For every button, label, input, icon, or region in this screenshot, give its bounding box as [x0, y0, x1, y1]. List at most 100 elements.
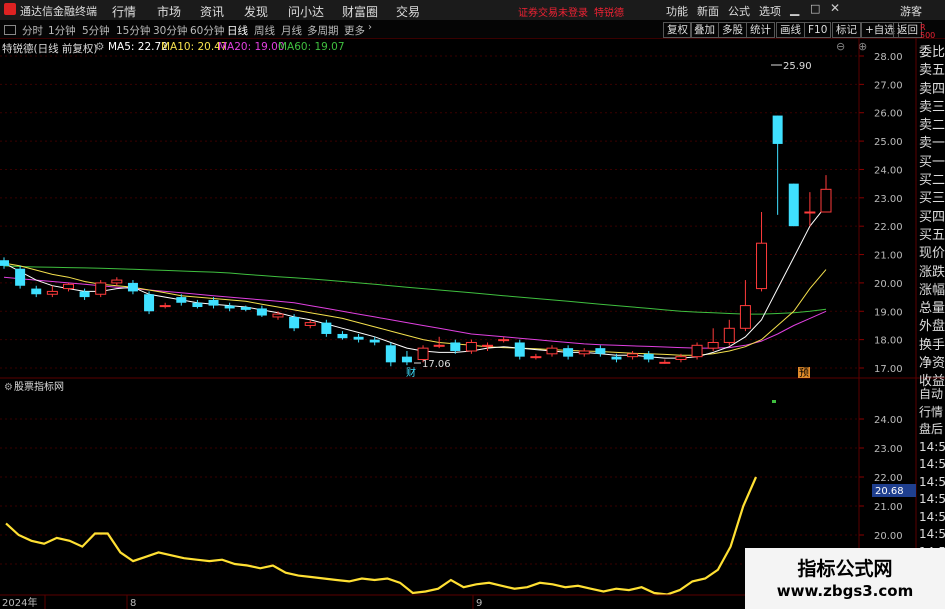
candle-body: [79, 291, 90, 298]
side-top-500: 500: [920, 31, 936, 40]
candle-body: [62, 283, 74, 290]
candle-body: [256, 308, 267, 316]
candle-body: [756, 242, 768, 290]
panel-icon[interactable]: [4, 25, 16, 35]
candle-body: [675, 356, 687, 360]
tool-statistics[interactable]: 统计: [746, 22, 775, 38]
candle-body: [127, 282, 138, 292]
candle-body: [401, 356, 412, 363]
quote-label-3: 卖三: [919, 99, 945, 115]
candle-body: [95, 282, 107, 295]
menu-quotes[interactable]: 行情: [112, 3, 136, 20]
menu-options[interactable]: 选项: [759, 3, 781, 19]
ma5-line: [3, 205, 827, 359]
stock-tag: 特锐德: [594, 8, 624, 19]
candle-body: [788, 183, 799, 227]
tool-overlay[interactable]: 叠加: [690, 22, 719, 38]
trade-label-7: 14:50: [919, 509, 945, 524]
chart-area[interactable]: 28.00 27.00 26.00 25.00 24.00 23.00 22.00 21.00…: [0, 38, 945, 609]
candle-body: [804, 211, 816, 214]
candle-body: [15, 268, 26, 286]
candle-body: [353, 336, 364, 340]
candle-body: [820, 188, 832, 213]
indicator-tick-label: 20.00: [874, 531, 903, 542]
tool-restore-rights[interactable]: 复权: [663, 22, 692, 38]
quote-label-6: 买一: [919, 154, 945, 170]
close-icon[interactable]: ✕: [830, 1, 840, 15]
time-label-aug: 8: [130, 598, 136, 609]
app-logo-icon: [4, 3, 16, 15]
candle-body: [450, 342, 461, 351]
ma60-line: [3, 265, 827, 315]
candle-body: [498, 339, 510, 342]
menu-discover[interactable]: 发现: [244, 3, 268, 20]
trade-label-1: 行情: [919, 404, 944, 419]
tool-draw-line[interactable]: 画线: [776, 22, 805, 38]
candle-body: [643, 353, 654, 360]
menu-news[interactable]: 资讯: [200, 3, 224, 20]
candle-body: [385, 345, 396, 363]
menu-trade[interactable]: 交易: [396, 3, 420, 20]
indicator-tick-label: 22.00: [874, 473, 903, 484]
period-weekly[interactable]: 周线: [254, 23, 275, 38]
menu-formula[interactable]: 公式: [728, 3, 750, 19]
guest-label[interactable]: 游客: [900, 3, 922, 19]
period-more[interactable]: 更多: [344, 23, 365, 38]
title-bar: 通达信金融终端 行情 市场 资讯 发现 问小达 财富圈 交易 证券交易未登录 特…: [0, 0, 945, 21]
trade-label-5: 14:50: [919, 474, 945, 489]
candlestick-series: [0, 115, 832, 367]
candle-body: [369, 339, 380, 343]
tool-mark[interactable]: 标记: [832, 22, 861, 38]
tool-back[interactable]: 返回: [893, 22, 922, 38]
candle-body: [321, 322, 332, 334]
candle-body: [578, 350, 590, 355]
login-warning[interactable]: 证券交易未登录: [518, 4, 588, 19]
candle-body: [176, 297, 187, 303]
menu-function[interactable]: 功能: [666, 3, 688, 19]
tool-multi-stock[interactable]: 多股: [718, 22, 747, 38]
period-30min[interactable]: 30分钟: [153, 23, 187, 38]
quote-label-15: 外盘: [919, 319, 945, 335]
yu-marker[interactable]: 预: [799, 367, 809, 379]
period-60min[interactable]: 60分钟: [190, 23, 224, 38]
candle-body: [546, 347, 558, 355]
candle-body: [192, 302, 203, 308]
menu-market[interactable]: 市场: [157, 3, 181, 20]
maximize-icon[interactable]: □: [810, 2, 820, 15]
trade-label-3: 14:50: [919, 439, 945, 454]
tool-f10[interactable]: F10: [804, 22, 832, 38]
period-intraday[interactable]: 分时: [22, 23, 43, 38]
indicator-gear-icon[interactable]: ⚙: [4, 382, 13, 393]
quote-label-12: 涨跌: [919, 264, 945, 280]
minimize-icon[interactable]: ▁: [790, 2, 799, 16]
period-monthly[interactable]: 月线: [281, 23, 302, 38]
candle-body: [0, 260, 9, 266]
candle-body: [691, 344, 703, 358]
period-15min[interactable]: 15分钟: [116, 23, 150, 38]
candle-body: [739, 305, 751, 329]
indicator-tick-label: 21.00: [874, 502, 903, 513]
candle-body: [659, 361, 671, 364]
price-tick-label: 26.00: [874, 109, 903, 120]
candle-body: [723, 327, 735, 343]
quote-label-5: 卖一: [919, 136, 945, 152]
app-title: 通达信金融终端: [20, 5, 97, 18]
price-tick-label: 27.00: [874, 80, 903, 91]
period-5min[interactable]: 5分钟: [82, 23, 110, 38]
period-1min[interactable]: 1分钟: [48, 23, 76, 38]
quote-label-11: 现价: [919, 246, 945, 262]
candle-body: [289, 316, 300, 329]
period-daily[interactable]: 日线: [227, 23, 248, 38]
indicator-tick-label: 23.00: [874, 444, 903, 455]
quote-label-10: 买五: [919, 227, 945, 243]
candle-body: [772, 115, 783, 144]
cai-marker[interactable]: 财: [406, 366, 416, 379]
menu-new-page[interactable]: 新面: [697, 3, 719, 19]
period-multi[interactable]: 多周期: [307, 23, 339, 38]
chevron-right-icon[interactable]: ›: [368, 22, 372, 33]
quote-label-4: 卖二: [919, 118, 945, 134]
menu-wealth-circle[interactable]: 财富圈: [342, 3, 378, 20]
high-price-label: 25.90: [783, 61, 812, 72]
quote-label-16: 换手: [919, 337, 945, 353]
menu-ask-xiaoda[interactable]: 问小达: [288, 3, 324, 20]
